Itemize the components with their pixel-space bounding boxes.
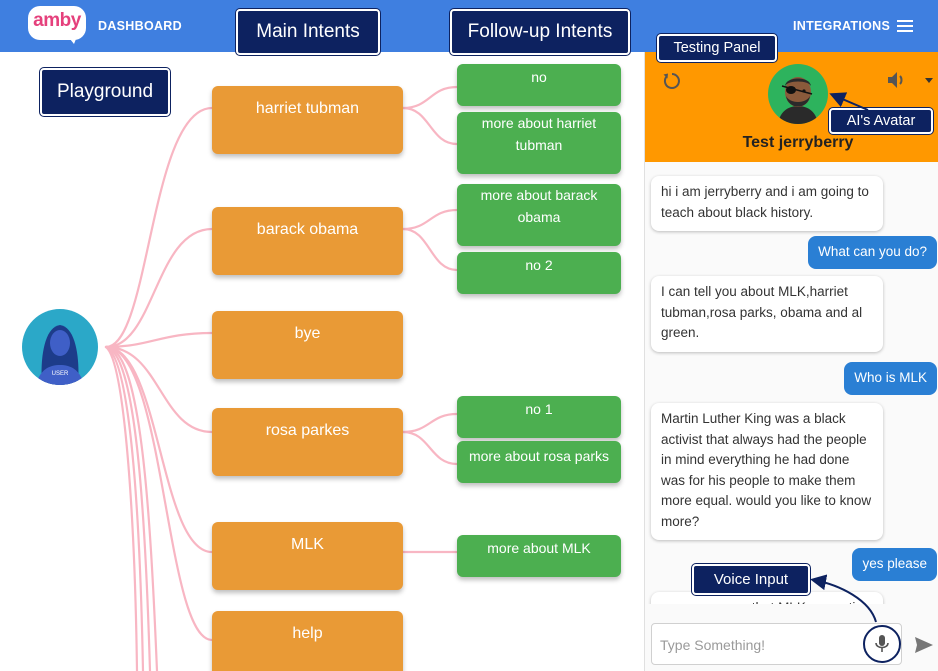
nav-dashboard[interactable]: DASHBOARD: [98, 19, 182, 33]
connector-rosa-no1: [401, 412, 459, 434]
chat-message-bot: hi i am jerryberry and i am going to tea…: [651, 176, 883, 231]
intent-mlk[interactable]: MLK: [212, 522, 403, 590]
connector-rosa-more: [401, 430, 459, 466]
message-input-box[interactable]: [651, 623, 902, 665]
chat-message-user: yes please: [852, 548, 937, 581]
chat-message-user: What can you do?: [808, 236, 937, 269]
user-avatar[interactable]: USER: [22, 309, 98, 385]
connector-help: [104, 345, 214, 642]
intent-harriet-tubman[interactable]: harriet tubman: [212, 86, 403, 154]
nav-integrations[interactable]: INTEGRATIONS: [793, 19, 890, 33]
annotation-playground: Playground: [40, 68, 170, 116]
bot-face-icon: [778, 77, 818, 124]
send-icon[interactable]: [914, 636, 934, 654]
chat-message-bot: Martin Luther King was a black activist …: [651, 403, 883, 540]
connector-offscreen-3: [104, 345, 145, 671]
logo-text: amby: [33, 10, 81, 31]
panel-header: Test jerryberry: [645, 52, 938, 162]
logo-tail: [66, 34, 78, 44]
followup-obama-more[interactable]: more about barack obama: [457, 184, 621, 246]
followup-mlk-more[interactable]: more about MLK: [457, 535, 621, 577]
connector-obama-more: [401, 208, 459, 231]
intent-help[interactable]: help: [212, 611, 403, 671]
followup-obama-no2[interactable]: no 2: [457, 252, 621, 294]
bot-name: Test jerryberry: [742, 134, 854, 151]
connector-harriet-no: [401, 85, 459, 110]
dropdown-caret-icon[interactable]: [925, 78, 933, 83]
chat-message-bot: I can tell you about MLK,harriet tubman,…: [651, 276, 883, 352]
intent-barack-obama[interactable]: barack obama: [212, 207, 403, 275]
message-input[interactable]: [660, 635, 850, 655]
bot-avatar[interactable]: [768, 64, 828, 124]
refresh-icon[interactable]: [662, 71, 682, 91]
microphone-button[interactable]: [863, 625, 901, 663]
volume-icon[interactable]: [885, 69, 909, 91]
annotation-testing-panel: Testing Panel: [657, 34, 777, 62]
followup-harriet-more[interactable]: more about harriet tubman: [457, 112, 621, 174]
annotation-followup-intents: Follow-up Intents: [450, 9, 630, 55]
app-screen: amby DASHBOARD INTEGRATIONS USER harriet…: [0, 0, 938, 671]
connector-harriet-more: [401, 106, 459, 146]
chat-log[interactable]: hi i am jerryberry and i am going to tea…: [645, 162, 938, 604]
intent-bye[interactable]: bye: [212, 311, 403, 379]
menu-icon[interactable]: [897, 20, 913, 32]
annotation-ai-avatar: AI's Avatar: [829, 108, 933, 134]
connector-harriet-tubman: [104, 106, 214, 349]
annotation-main-intents: Main Intents: [236, 9, 380, 55]
connector-obama-no2: [401, 227, 459, 272]
followup-rosa-no1[interactable]: no 1: [457, 396, 621, 438]
user-label: USER: [51, 371, 69, 377]
amby-logo[interactable]: amby: [28, 6, 86, 44]
microphone-icon: [875, 635, 889, 652]
intent-rosa-parkes[interactable]: rosa parkes: [212, 408, 403, 476]
followup-rosa-more[interactable]: more about rosa parks: [457, 441, 621, 483]
chat-message-user: Who is MLK: [844, 362, 937, 395]
connector-barack-obama: [104, 227, 214, 349]
followup-harriet-no[interactable]: no: [457, 64, 621, 106]
annotation-voice-input: Voice Input: [692, 564, 810, 595]
